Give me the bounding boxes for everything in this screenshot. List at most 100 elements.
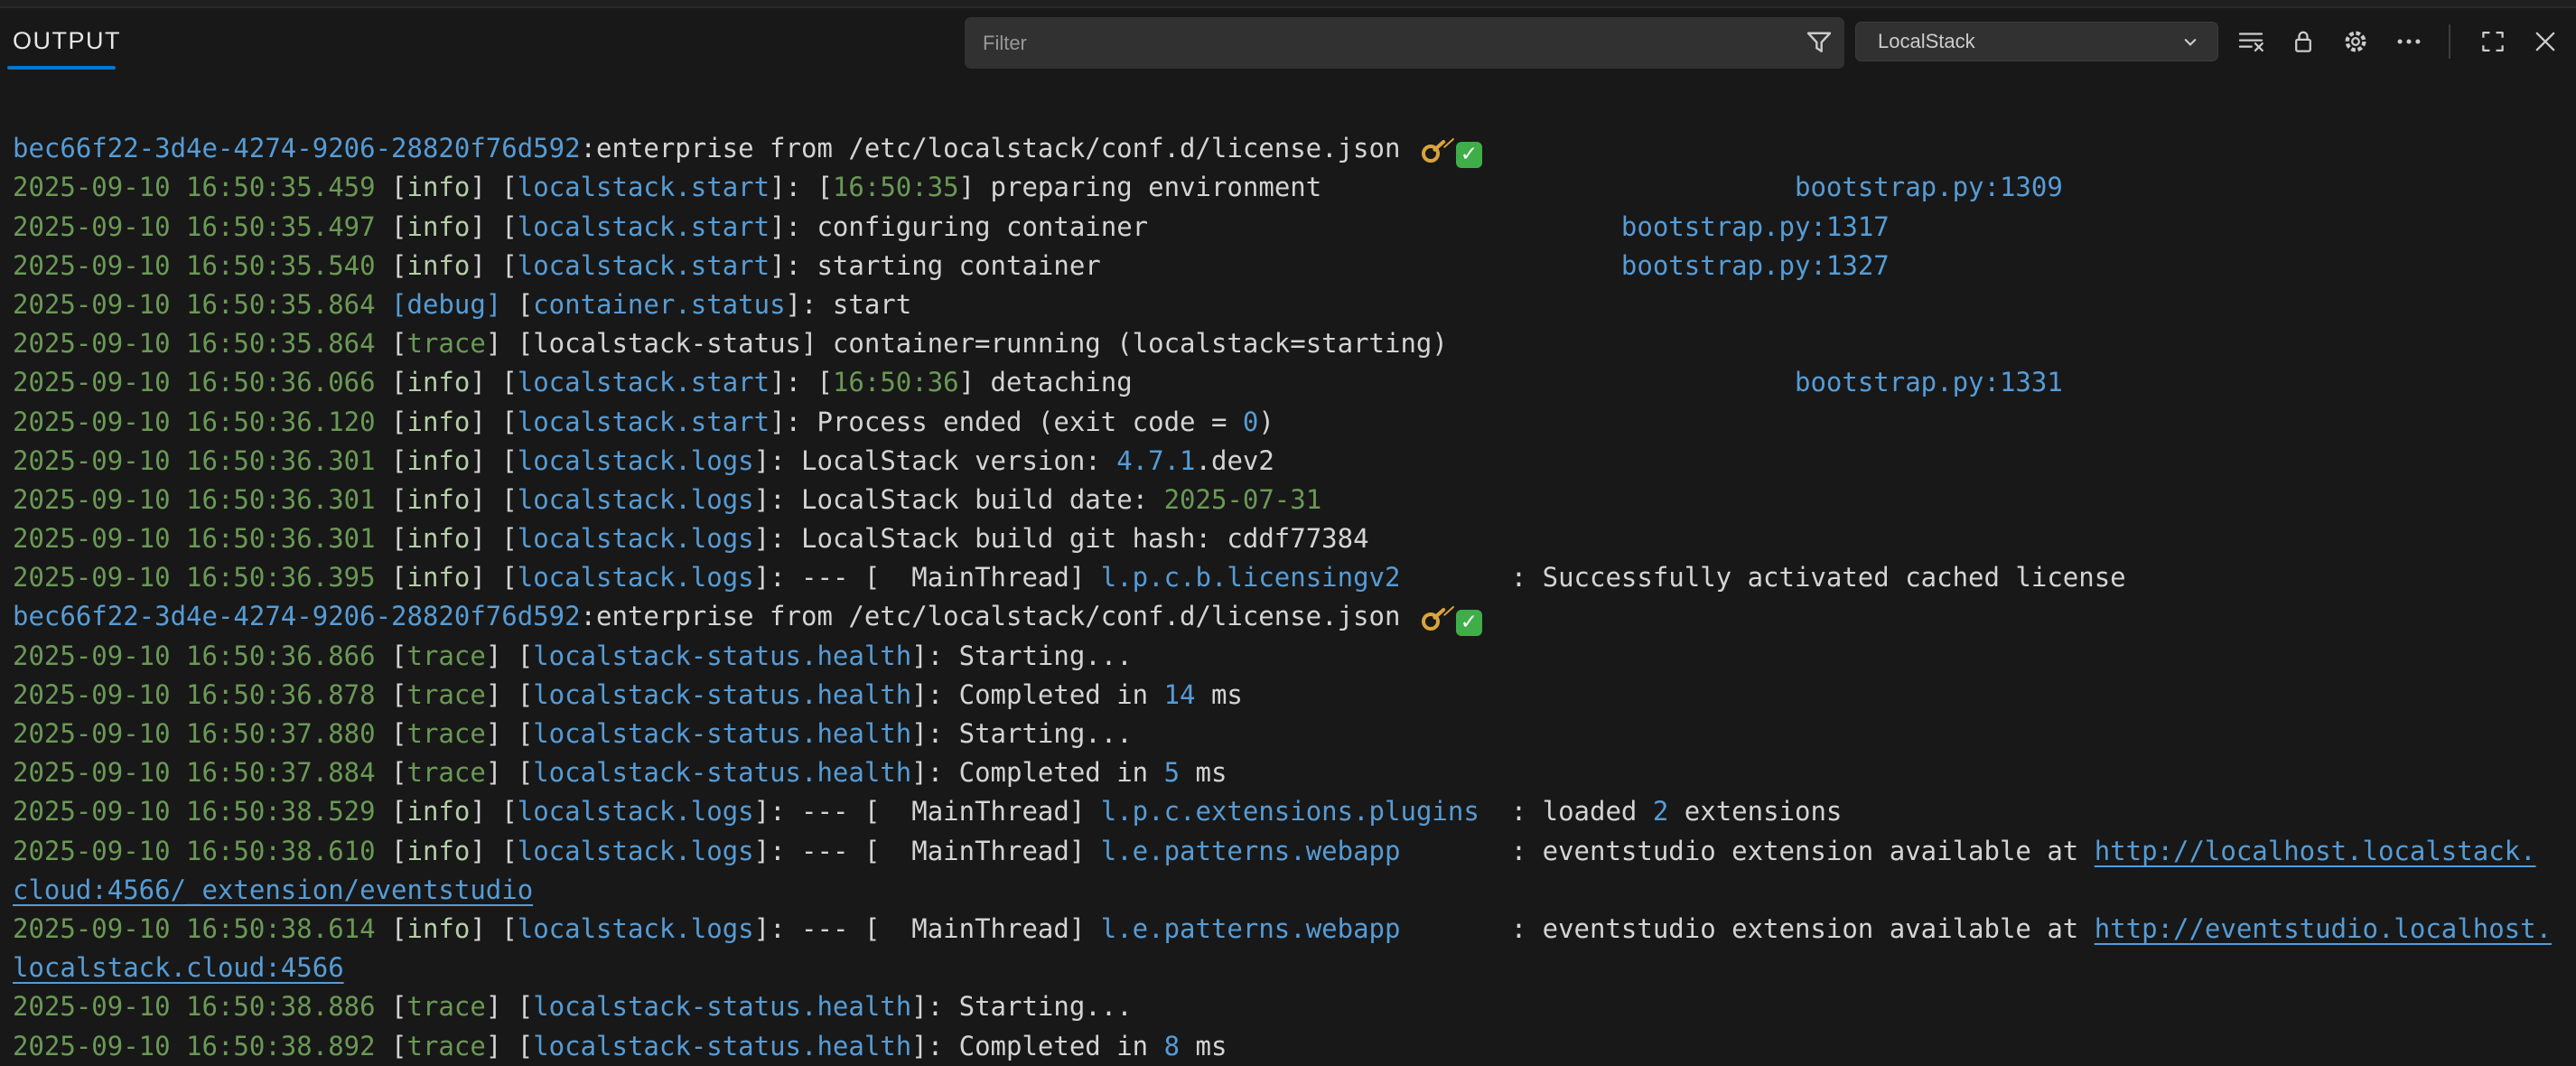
log-text: ]: Starting... xyxy=(911,718,1132,749)
channel-select[interactable]: LocalStack xyxy=(1855,22,2218,61)
log-text: ]: starting container xyxy=(770,250,1101,281)
log-text: [ xyxy=(391,796,406,827)
log-text xyxy=(1101,250,1621,281)
log-text: localstack.start xyxy=(518,367,770,397)
log-text: [ xyxy=(391,1031,406,1061)
log-text: 2025-09-10 16:50:35.497 xyxy=(13,211,391,242)
close-panel-button[interactable] xyxy=(2527,23,2563,60)
log-text: ] [ xyxy=(470,172,517,202)
clear-output-button[interactable] xyxy=(2233,23,2269,60)
log-line: bec66f22-3d4e-4274-9206-28820f76d592:ent… xyxy=(13,129,2576,168)
log-line: 2025-09-10 16:50:38.886 [trace] [localst… xyxy=(13,987,2576,1026)
log-text: ) xyxy=(1258,407,1274,437)
log-text: ms xyxy=(1180,757,1227,788)
file-link[interactable]: bootstrap.py:1327 xyxy=(1621,250,1890,281)
url-link[interactable]: localstack.cloud:4566 xyxy=(13,952,344,983)
log-text: ] [ xyxy=(470,250,517,281)
log-text: [ xyxy=(391,913,406,944)
log-text: ]: start xyxy=(786,289,912,320)
log-text: ] [ xyxy=(470,211,517,242)
url-link[interactable]: cloud:4566/_extension/eventstudio xyxy=(13,874,533,905)
log-text: ]: Completed in xyxy=(911,679,1163,710)
log-text: ] [ xyxy=(470,367,517,397)
log-text: [ xyxy=(391,718,406,749)
log-text: 2025-09-10 16:50:38.529 xyxy=(13,796,391,827)
file-link[interactable]: bootstrap.py:1309 xyxy=(1795,172,2063,202)
check-emoji: ✓ xyxy=(1456,142,1482,168)
maximize-panel-icon xyxy=(2478,26,2508,57)
more-actions-button[interactable] xyxy=(2391,23,2427,60)
log-text: 0 xyxy=(1243,407,1258,437)
file-link[interactable]: bootstrap.py:1331 xyxy=(1795,367,2063,397)
log-text: localstack-status.health xyxy=(533,679,911,710)
log-text: localstack-status.health xyxy=(533,718,911,749)
log-line: 2025-09-10 16:50:38.892 [trace] [localst… xyxy=(13,1027,2576,1066)
log-text: .dev2 xyxy=(1196,445,1274,476)
output-settings-button[interactable] xyxy=(2338,23,2374,60)
log-text: ] [ xyxy=(486,641,533,671)
tab-output-label: OUTPUT xyxy=(13,27,121,54)
log-line: 2025-09-10 16:50:35.459 [info] [localsta… xyxy=(13,168,2576,207)
log-text: container.status xyxy=(533,289,785,320)
log-text xyxy=(1148,211,1621,242)
log-text: 2025-09-10 16:50:35.540 xyxy=(13,250,391,281)
url-link[interactable]: http://eventstudio.localhost. xyxy=(2095,913,2552,944)
log-text: trace xyxy=(407,328,486,359)
log-text: ] [ xyxy=(486,1031,533,1061)
log-text: 16:50:36 xyxy=(833,367,959,397)
log-line: 2025-09-10 16:50:36.301 [info] [localsta… xyxy=(13,519,2576,558)
url-link[interactable]: http://localhost.localstack. xyxy=(2095,836,2536,866)
log-text: ] [ xyxy=(486,757,533,788)
log-text: 2025-09-10 16:50:35.864 xyxy=(13,328,391,359)
log-line: 2025-09-10 16:50:36.301 [info] [localsta… xyxy=(13,442,2576,481)
log-text: 5 xyxy=(1164,757,1180,788)
filter-input[interactable]: Filter xyxy=(965,17,1844,69)
log-text: ms xyxy=(1180,1031,1227,1061)
log-text: 2025-09-10 16:50:38.886 xyxy=(13,991,391,1022)
log-text: [ xyxy=(391,367,406,397)
log-text: 2 xyxy=(1653,796,1668,827)
log-text: 2025-09-10 16:50:36.301 xyxy=(13,523,391,554)
log-text: [ xyxy=(391,445,406,476)
lock-output-button[interactable] xyxy=(2285,23,2321,60)
file-link[interactable]: bootstrap.py:1317 xyxy=(1621,211,1890,242)
log-text: ]: --- [ MainThread] xyxy=(754,796,1101,827)
log-text: 2025-09-10 16:50:35.459 xyxy=(13,172,391,202)
log-text: info xyxy=(407,836,471,866)
log-text: [ xyxy=(391,679,406,710)
log-text: : Successfully activated cached license xyxy=(1400,562,2125,593)
log-text: [ xyxy=(391,641,406,671)
log-line: 2025-09-10 16:50:36.395 [info] [localsta… xyxy=(13,558,2576,597)
log-text: ]: --- [ MainThread] xyxy=(754,562,1101,593)
close-icon xyxy=(2530,26,2561,57)
log-text: 2025-09-10 16:50:36.120 xyxy=(13,407,391,437)
log-line: 2025-09-10 16:50:36.066 [info] [localsta… xyxy=(13,363,2576,402)
log-text: 2025-09-10 16:50:36.395 xyxy=(13,562,391,593)
log-text: [ xyxy=(391,407,406,437)
log-text: [debug] xyxy=(391,289,501,320)
gear-icon xyxy=(2340,26,2371,57)
maximize-panel-button[interactable] xyxy=(2475,23,2511,60)
log-text: 2025-09-10 16:50:38.892 xyxy=(13,1031,391,1061)
log-text: ] [ xyxy=(470,796,517,827)
log-text: [ xyxy=(391,172,406,202)
log-text: info xyxy=(407,407,471,437)
log-line: 2025-09-10 16:50:35.864 [trace] [localst… xyxy=(13,324,2576,363)
log-text: ]: LocalStack build git hash: cddf77384 xyxy=(754,523,1369,554)
log-text: ]: LocalStack build date: xyxy=(754,484,1164,515)
log-text xyxy=(1321,172,1795,202)
log-text: : eventstudio extension available at xyxy=(1400,836,2094,866)
log-text: info xyxy=(407,367,471,397)
log-line: 2025-09-10 16:50:36.878 [trace] [localst… xyxy=(13,676,2576,715)
tab-output[interactable]: OUTPUT xyxy=(13,27,121,55)
log-text: [ xyxy=(391,328,406,359)
log-text: localstack.logs xyxy=(518,796,754,827)
log-text: l.p.c.b.licensingv2 xyxy=(1101,562,1401,593)
log-text: trace xyxy=(407,718,486,749)
log-line: 2025-09-10 16:50:35.497 [info] [localsta… xyxy=(13,208,2576,247)
log-line: cloud:4566/_extension/eventstudio xyxy=(13,871,2576,910)
filter-funnel-icon[interactable] xyxy=(1803,27,1835,60)
log-text: trace xyxy=(407,1031,486,1061)
log-text: ]: [ xyxy=(770,172,833,202)
log-text: ] [ xyxy=(470,836,517,866)
